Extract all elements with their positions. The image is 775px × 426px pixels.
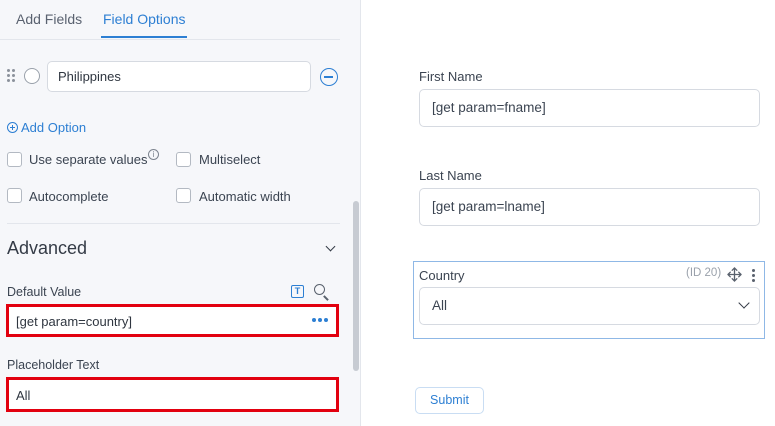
active-tab-indicator <box>101 36 187 38</box>
separate-values-checkbox[interactable] <box>7 152 22 167</box>
default-value-label: Default Value <box>7 285 82 299</box>
drag-handle-icon[interactable] <box>7 69 15 83</box>
panel-scrollbar[interactable] <box>353 201 359 371</box>
chevron-down-icon[interactable] <box>325 241 336 252</box>
section-divider <box>7 223 340 224</box>
text-insert-icon[interactable]: T <box>291 285 304 298</box>
separate-values-label: Use separate values <box>29 152 148 167</box>
automatic-width-checkbox[interactable] <box>176 188 191 203</box>
field-id-label: (ID 20) <box>686 267 722 279</box>
placeholder-text-label: Placeholder Text <box>7 358 100 372</box>
tab-add-fields[interactable]: Add Fields <box>16 11 82 27</box>
highlight-box-placeholder <box>6 377 339 412</box>
autocomplete-checkbox[interactable] <box>7 188 22 203</box>
info-icon[interactable]: i <box>148 149 159 160</box>
radio-icon[interactable] <box>24 68 40 84</box>
tab-field-options[interactable]: Field Options <box>103 11 185 27</box>
panel-tabs: Add Fields Field Options <box>0 0 340 40</box>
field-options-panel: Add Fields Field Options Philippines Add… <box>0 0 361 426</box>
highlight-box-default-value <box>6 304 339 337</box>
search-icon[interactable] <box>314 284 325 295</box>
last-name-label: Last Name <box>419 168 482 183</box>
submit-button[interactable]: Submit <box>415 387 484 414</box>
vertical-more-icon[interactable] <box>752 269 756 282</box>
add-option-label: Add Option <box>21 120 87 135</box>
advanced-section-title[interactable]: Advanced <box>7 238 87 259</box>
country-label: Country <box>419 268 465 283</box>
first-name-input[interactable]: [get param=fname] <box>419 89 760 127</box>
remove-option-icon[interactable] <box>320 68 338 86</box>
automatic-width-label: Automatic width <box>199 189 291 204</box>
multiselect-label: Multiselect <box>199 152 261 167</box>
first-name-label: First Name <box>419 69 483 84</box>
add-option-button[interactable]: Add Option <box>7 120 86 135</box>
plus-circle-icon <box>7 122 18 133</box>
autocomplete-label: Autocomplete <box>29 189 109 204</box>
move-icon[interactable] <box>727 267 742 282</box>
country-select[interactable]: All <box>419 287 760 325</box>
last-name-input[interactable]: [get param=lname] <box>419 188 760 226</box>
option-value-input[interactable]: Philippines <box>47 61 311 92</box>
more-dots-icon[interactable] <box>312 318 328 322</box>
multiselect-checkbox[interactable] <box>176 152 191 167</box>
